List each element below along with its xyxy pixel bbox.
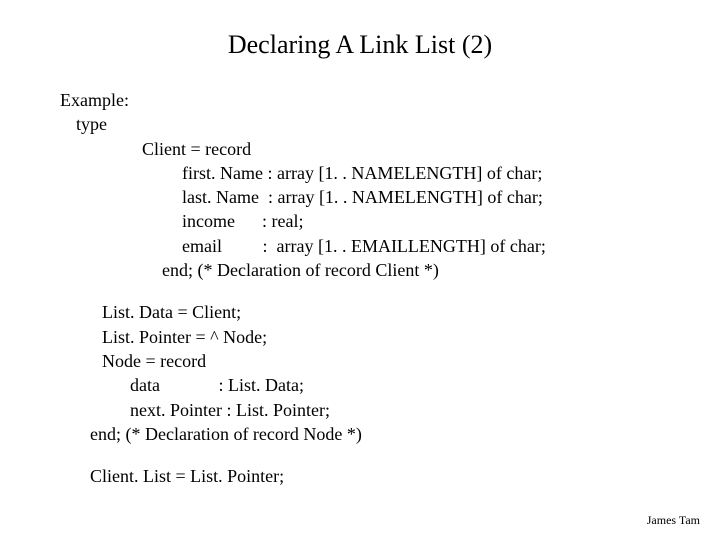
slide-content: Example: type Client = record first. Nam…	[50, 88, 670, 488]
node-record-end: end; (* Declaration of record Node *)	[90, 422, 670, 446]
client-record-end: end; (* Declaration of record Client *)	[162, 258, 670, 282]
listpointer-decl: List. Pointer = ^ Node;	[102, 325, 670, 349]
client-field-income: income : real;	[182, 209, 670, 233]
example-label: Example:	[60, 88, 670, 112]
client-field-lastname: last. Name : array [1. . NAMELENGTH] of …	[182, 185, 670, 209]
node-record-decl: Node = record	[102, 349, 670, 373]
client-field-email: email : array [1. . EMAILLENGTH] of char…	[182, 234, 670, 258]
clientlist-decl: Client. List = List. Pointer;	[90, 464, 670, 488]
client-field-firstname: first. Name : array [1. . NAMELENGTH] of…	[182, 161, 670, 185]
node-field-data: data : List. Data;	[130, 373, 670, 397]
client-record-decl: Client = record	[142, 137, 670, 161]
listdata-decl: List. Data = Client;	[102, 300, 670, 324]
node-field-next: next. Pointer : List. Pointer;	[130, 398, 670, 422]
author-footer: James Tam	[647, 513, 700, 528]
page-title: Declaring A Link List (2)	[50, 30, 670, 60]
type-keyword: type	[76, 112, 670, 136]
